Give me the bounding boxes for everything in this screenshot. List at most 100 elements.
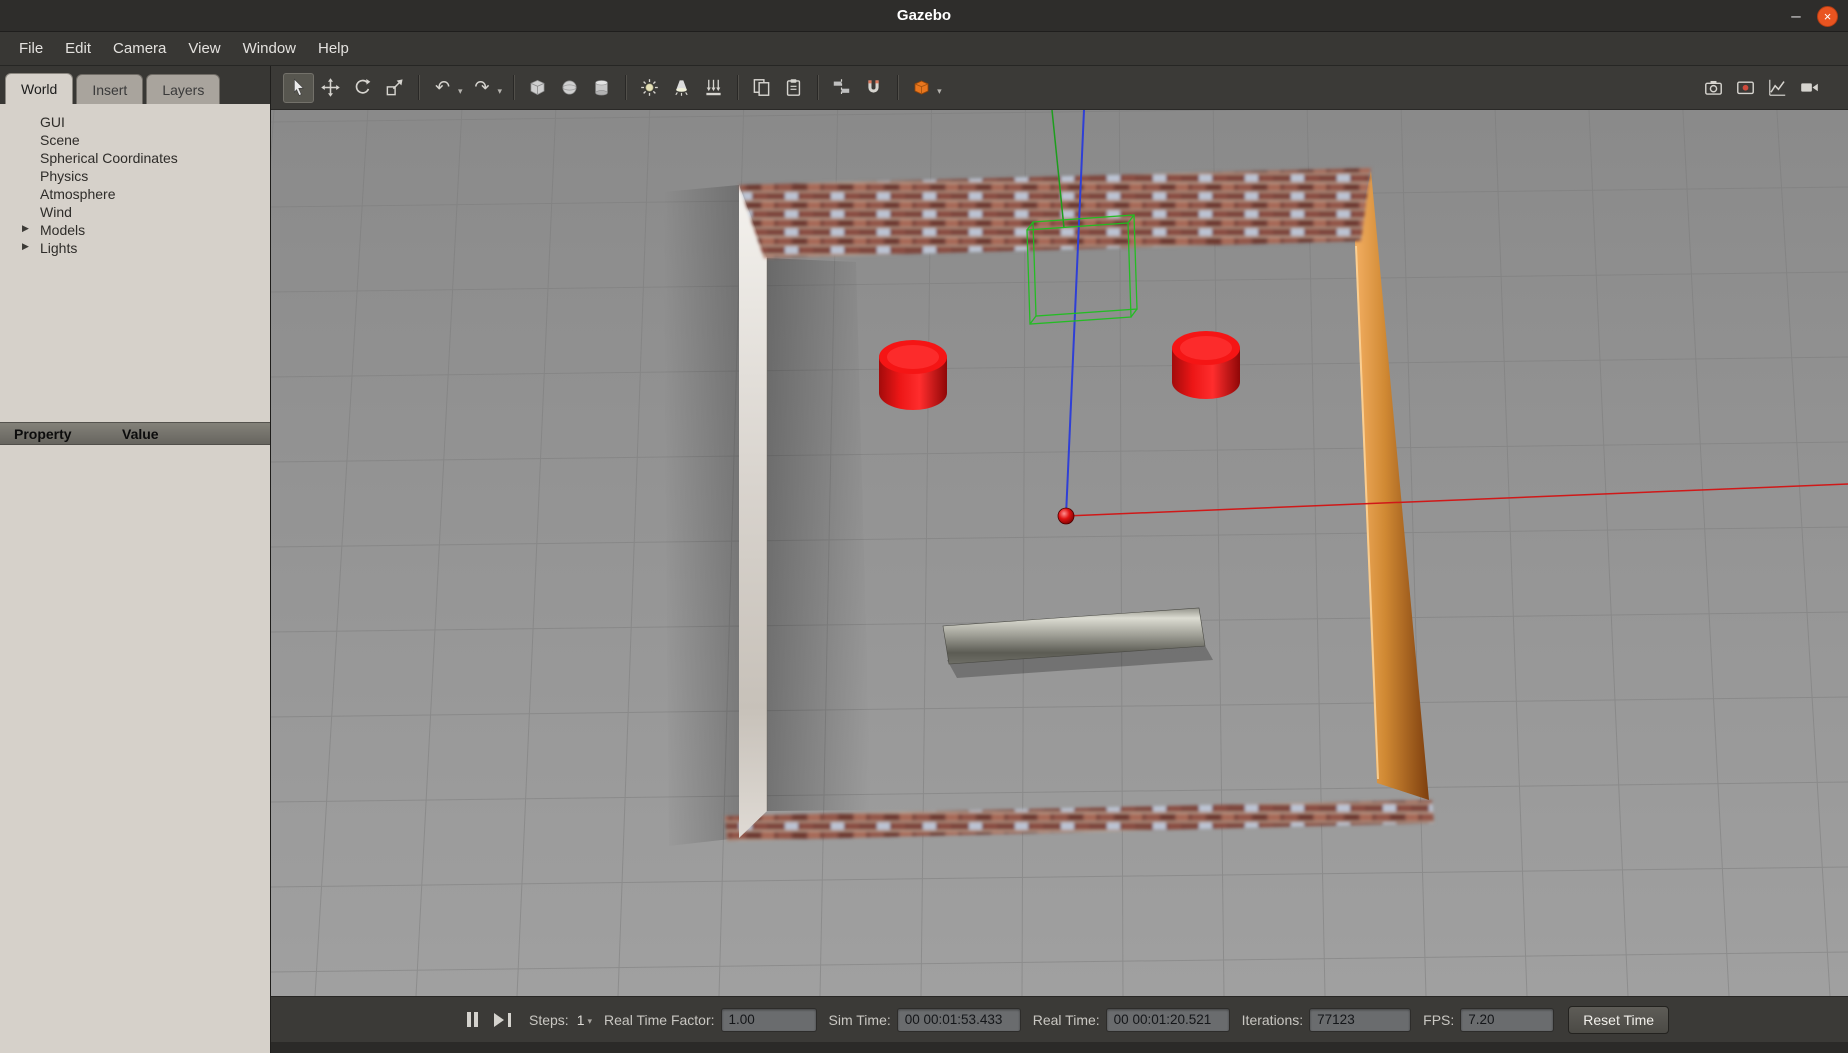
data-logger-button[interactable] (1730, 73, 1761, 103)
menu-camera[interactable]: Camera (102, 32, 177, 66)
window-controls: – × (1787, 0, 1838, 32)
pause-icon (466, 1012, 471, 1027)
spot-light-icon (675, 80, 688, 96)
tree-item-lights[interactable]: ▶ Lights (0, 239, 270, 257)
paste-button[interactable] (778, 73, 809, 103)
snap-tool[interactable] (858, 73, 889, 103)
scene-canvas (271, 110, 1848, 996)
sphere-icon (562, 80, 577, 95)
window-title: Gazebo (896, 7, 952, 24)
minimize-button[interactable]: – (1787, 3, 1805, 29)
rtf-field[interactable]: 1.00 (720, 1007, 817, 1032)
reset-time-button[interactable]: Reset Time (1568, 1005, 1670, 1034)
menu-view[interactable]: View (177, 32, 231, 66)
pause-button[interactable] (457, 1007, 487, 1033)
expand-icon[interactable]: ▶ (22, 224, 29, 234)
left-wall[interactable] (739, 185, 767, 838)
plot-button[interactable] (1762, 73, 1793, 103)
redo-button[interactable]: ↷ (467, 73, 498, 103)
menu-window[interactable]: Window (232, 32, 307, 66)
sim-time-field[interactable]: 00 00:01:53.433 (896, 1007, 1021, 1032)
fps-label: FPS: (1423, 1011, 1455, 1028)
select-tool[interactable] (283, 72, 314, 103)
camcorder-icon (1801, 83, 1818, 92)
steps-value[interactable]: 1 (577, 1012, 585, 1028)
tree-item-spherical-coordinates[interactable]: Spherical Coordinates (0, 149, 270, 167)
screenshot-button[interactable] (1698, 73, 1729, 103)
cube-icon (530, 79, 545, 96)
scale-icon (386, 79, 403, 96)
toolbar-separator (513, 75, 516, 100)
box-tool[interactable] (522, 73, 553, 103)
sim-time-label: Sim Time: (828, 1011, 891, 1028)
step-button[interactable] (487, 1007, 517, 1033)
move-icon (321, 78, 340, 97)
undo-history-dropdown[interactable]: ▾ (458, 87, 463, 97)
copy-button[interactable] (746, 73, 777, 103)
tree-item-wind[interactable]: Wind (0, 203, 270, 221)
scale-tool[interactable] (379, 73, 410, 103)
cursor-icon (294, 78, 304, 96)
tree-item-gui[interactable]: GUI (0, 113, 270, 131)
steps-label: Steps: (529, 1011, 569, 1028)
property-column-header: Property (14, 425, 72, 442)
real-time-field[interactable]: 00 00:01:20.521 (1105, 1007, 1230, 1032)
sphere-tool[interactable] (554, 73, 585, 103)
insert-model-tool[interactable] (906, 73, 937, 103)
translate-tool[interactable] (315, 73, 346, 103)
step-icon (507, 1012, 511, 1027)
tree-item-models[interactable]: ▶ Models (0, 221, 270, 239)
real-time-label: Real Time: (1032, 1011, 1100, 1028)
toolbar-separator (625, 75, 628, 100)
toolbar-separator (418, 75, 420, 100)
video-record-button[interactable] (1794, 73, 1825, 103)
rotate-icon (355, 78, 371, 94)
cylinder-tool[interactable] (586, 73, 617, 103)
menu-help[interactable]: Help (307, 32, 360, 66)
property-table-body (0, 445, 270, 1053)
rotate-tool[interactable] (347, 73, 378, 103)
iterations-label: Iterations: (1241, 1011, 1304, 1028)
tree-item-scene[interactable]: Scene (0, 131, 270, 149)
menu-file[interactable]: File (8, 32, 54, 66)
tree-item-atmosphere[interactable]: Atmosphere (0, 185, 270, 203)
fps-field[interactable]: 7.20 (1460, 1007, 1555, 1032)
camera-icon (1705, 80, 1722, 95)
toolbar: ↶ ▾ ↷ ▾ ▾ (271, 66, 1848, 110)
paste-icon (786, 79, 801, 96)
origin-marker[interactable] (1057, 507, 1075, 525)
undo-button[interactable]: ↶ (427, 73, 458, 103)
point-light-tool[interactable] (634, 73, 665, 103)
align-tool[interactable] (826, 73, 857, 103)
toolbar-separator (817, 75, 820, 100)
world-panel: GUI Scene Spherical Coordinates Physics … (0, 104, 270, 1053)
insert-model-dropdown[interactable]: ▾ (937, 87, 942, 97)
expand-icon[interactable]: ▶ (22, 242, 29, 252)
steps-dropdown-icon[interactable]: ▾ (588, 1017, 593, 1027)
close-button[interactable]: × (1817, 5, 1838, 27)
copy-icon (753, 79, 770, 96)
red-cylinder-left[interactable] (879, 340, 947, 410)
toolbar-separator (897, 75, 900, 100)
tab-world[interactable]: World (5, 73, 74, 104)
red-cylinder-right[interactable] (1172, 331, 1240, 399)
iterations-field[interactable]: 77123 (1309, 1007, 1412, 1032)
cylinder-icon (595, 80, 608, 96)
orange-cube-icon (914, 80, 929, 95)
tab-layers[interactable]: Layers (146, 74, 221, 104)
directional-light-icon (706, 79, 721, 96)
statusbar: Steps: 1 ▾ Real Time Factor: 1.00 Sim Ti… (271, 996, 1848, 1042)
sidebar-tabs: World Insert Layers (0, 66, 270, 104)
toolbar-right-group (1698, 73, 1826, 103)
menu-edit[interactable]: Edit (54, 32, 102, 66)
redo-history-dropdown[interactable]: ▾ (498, 87, 503, 97)
sidebar: World Insert Layers GUI Scene Spherical … (0, 66, 271, 1053)
record-log-icon (1737, 81, 1754, 95)
toolbar-separator (737, 75, 740, 100)
spot-light-tool[interactable] (666, 73, 697, 103)
tab-insert[interactable]: Insert (76, 74, 144, 104)
viewport-3d[interactable] (271, 110, 1848, 996)
tree-item-physics[interactable]: Physics (0, 167, 270, 185)
undo-icon: ↶ (434, 76, 451, 98)
directional-light-tool[interactable] (698, 73, 729, 103)
